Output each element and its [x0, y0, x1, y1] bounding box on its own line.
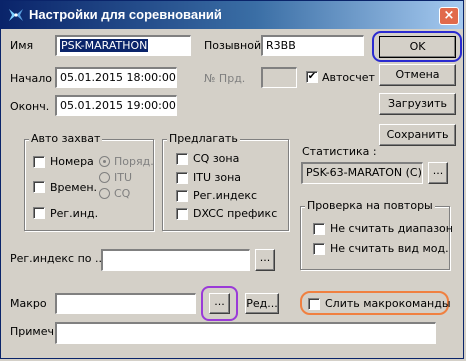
- ignore-band-label: Не считать диапазон: [330, 222, 453, 235]
- macro-label: Макро: [10, 297, 47, 310]
- ok-highlight: [372, 31, 462, 62]
- reg-index-by-browse-button[interactable]: ...: [255, 249, 275, 271]
- title-bar[interactable]: Настройки для соревнований ×: [1, 1, 463, 29]
- reg-index-by-input[interactable]: [101, 249, 250, 271]
- check-icon: ✔: [307, 71, 317, 82]
- autocount-checkbox[interactable]: ✔: [306, 71, 318, 83]
- radio-order-label: Поряд.: [114, 155, 154, 168]
- radio-order[interactable]: [99, 156, 110, 167]
- reg-index-capture-checkbox[interactable]: [33, 207, 45, 219]
- auto-capture-title: Авто захват: [29, 132, 103, 145]
- ignore-band-checkbox[interactable]: [313, 223, 325, 235]
- callsign-value: R3BB: [266, 39, 296, 52]
- radio-cq[interactable]: [99, 188, 110, 199]
- itu-zone-checkbox[interactable]: [176, 172, 188, 184]
- numbers-label: Номера: [50, 155, 94, 168]
- name-input[interactable]: PSK-MARATHON: [55, 35, 191, 56]
- name-label: Имя: [10, 39, 34, 52]
- numbers-checkbox[interactable]: [33, 156, 45, 168]
- app-icon: [9, 9, 23, 21]
- start-value: 05.01.2015 18:00:00: [60, 71, 176, 84]
- reg-index-by-label: Рег.индекс по ...: [10, 252, 106, 265]
- ignore-mode-checkbox[interactable]: [313, 243, 325, 255]
- dup-check-group: [300, 206, 450, 270]
- suggest-title: Предлагать: [167, 132, 240, 145]
- times-label: Времен.: [50, 181, 98, 194]
- reg-index-suggest-label: Рег.индекс: [193, 189, 258, 202]
- end-value: 05.01.2015 19:00:00: [60, 99, 176, 112]
- dxcc-prefix-label: DXCC префикс: [193, 207, 278, 220]
- note-label: Примеч.: [10, 325, 58, 338]
- radio-cq-label: CQ: [114, 187, 131, 200]
- note-input[interactable]: [55, 322, 436, 344]
- name-value: PSK-MARATHON: [60, 39, 149, 52]
- macro-edit-button[interactable]: Ред...: [245, 293, 279, 314]
- prd-label: № Прд.: [204, 72, 246, 85]
- merge-macros-checkbox[interactable]: [308, 298, 320, 310]
- callsign-label: Позывной: [204, 39, 262, 52]
- autocount-label: Автосчет: [322, 71, 375, 84]
- statistics-value: PSK-63-MARATON (C): [306, 166, 422, 179]
- dxcc-prefix-checkbox[interactable]: [176, 208, 188, 220]
- window-title: Настройки для соревнований: [29, 7, 222, 22]
- statistics-field[interactable]: PSK-63-MARATON (C): [301, 162, 423, 184]
- close-icon[interactable]: ×: [439, 7, 459, 25]
- start-label: Начало: [10, 72, 53, 85]
- times-checkbox[interactable]: [33, 181, 45, 193]
- start-input[interactable]: 05.01.2015 18:00:00: [55, 67, 177, 88]
- cancel-button[interactable]: Отмена: [379, 64, 456, 86]
- radio-itu-label: ITU: [114, 171, 133, 184]
- dup-check-title: Проверка на повторы: [305, 199, 435, 212]
- reg-index-capture-label: Рег.инд.: [50, 207, 99, 220]
- load-button[interactable]: Загрузить: [379, 93, 456, 115]
- end-input[interactable]: 05.01.2015 19:00:00: [55, 95, 177, 116]
- prd-input[interactable]: [261, 67, 297, 88]
- save-button[interactable]: Сохранить: [379, 124, 456, 146]
- ignore-mode-label: Не считать вид мод.: [330, 242, 449, 255]
- macro-browse-highlight: [201, 286, 238, 321]
- end-label: Оконч.: [10, 100, 50, 113]
- cq-zone-label: CQ зона: [193, 152, 240, 165]
- macro-input[interactable]: [55, 293, 196, 314]
- merge-macros-label: Слить макрокоманды: [325, 297, 451, 310]
- itu-zone-label: ITU зона: [193, 171, 242, 184]
- settings-dialog: Настройки для соревнований × Имя PSK-MAR…: [0, 0, 464, 359]
- reg-index-suggest-checkbox[interactable]: [176, 190, 188, 202]
- callsign-input[interactable]: R3BB: [261, 35, 364, 56]
- radio-itu[interactable]: [99, 172, 110, 183]
- statistics-browse-button[interactable]: ...: [428, 162, 448, 184]
- statistics-label: Статистика :: [302, 145, 377, 158]
- cq-zone-checkbox[interactable]: [176, 153, 188, 165]
